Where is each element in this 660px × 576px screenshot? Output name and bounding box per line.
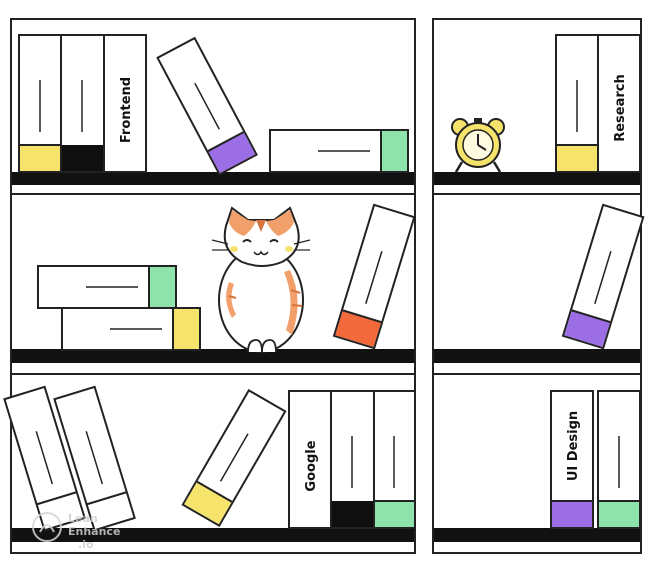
book-upright-green-bottom bbox=[373, 390, 416, 529]
book-label-google: Google bbox=[304, 440, 319, 491]
book-upright-yellow bbox=[18, 34, 62, 173]
shelf-middle-right bbox=[434, 349, 640, 363]
bookshelf-illustration: Frontend Research Google UI Design Lean … bbox=[3, 18, 645, 554]
shelf-top-right bbox=[434, 172, 640, 185]
book-lying-yellow-middle bbox=[61, 307, 201, 351]
book-upright-yellow-right bbox=[555, 34, 599, 173]
watermark-line-1: Lean bbox=[68, 512, 98, 525]
book-frontend: Frontend bbox=[103, 34, 147, 173]
book-label-research: Research bbox=[613, 74, 628, 142]
book-upright-black bbox=[60, 34, 105, 173]
book-upright-black-bottom bbox=[330, 390, 375, 529]
shelf-middle-left bbox=[12, 349, 414, 363]
book-label-ui-design: UI Design bbox=[566, 411, 581, 481]
cat-illustration bbox=[211, 206, 311, 353]
book-research: Research bbox=[597, 34, 641, 173]
watermark-line-3: .io bbox=[78, 538, 94, 551]
alarm-clock-icon bbox=[451, 118, 505, 173]
book-lying-green-middle bbox=[37, 265, 177, 309]
book-google: Google bbox=[288, 390, 332, 529]
book-label-frontend: Frontend bbox=[119, 77, 134, 143]
shelf-top-left bbox=[12, 172, 414, 185]
watermark-line-2: Enhance bbox=[68, 525, 120, 538]
book-lying-green bbox=[269, 129, 409, 173]
book-ui-design: UI Design bbox=[550, 390, 594, 529]
book-upright-green-right bbox=[597, 390, 641, 529]
shelf-bottom-right bbox=[434, 528, 640, 542]
